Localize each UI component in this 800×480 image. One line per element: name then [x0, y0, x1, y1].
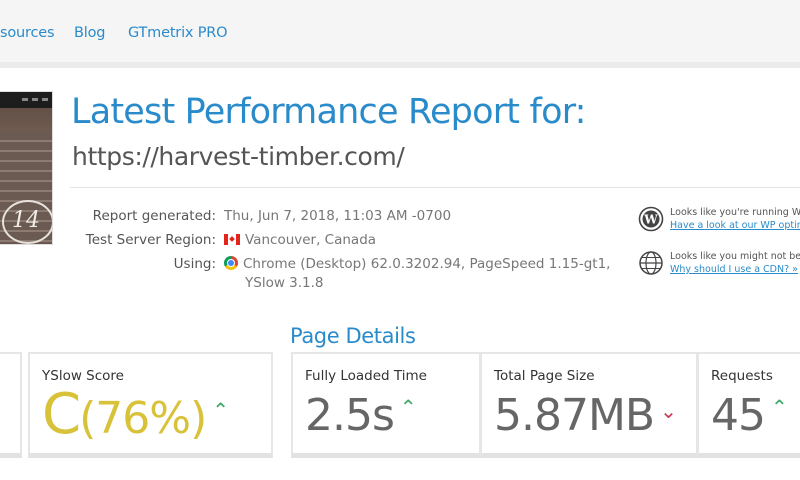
requests-card: Requests 45 ⌃	[697, 352, 800, 458]
report-generated-value: Thu, Jun 7, 2018, 11:03 AM -0700	[224, 208, 452, 224]
yslow-score-card: YSlow Score C(76%) ⌃	[28, 352, 273, 458]
fully-loaded-time-label: Fully Loaded Time	[305, 368, 427, 384]
total-page-size-card: Total Page Size 5.87MB ⌄	[480, 352, 698, 458]
svg-text:W: W	[643, 213, 658, 227]
wordpress-icon: W	[638, 206, 664, 232]
thumbnail-sign-number: 14	[12, 208, 40, 233]
header-divider	[70, 187, 800, 188]
using-value-line2: YSlow 3.1.8	[245, 275, 324, 291]
requests-value: 45 ⌃	[711, 390, 788, 441]
globe-icon	[639, 251, 663, 275]
nav-gtmetrix-pro-link[interactable]: GTmetrix PRO	[128, 25, 228, 41]
nav-resources-link[interactable]: sources	[0, 25, 55, 41]
load-time-trend-up-icon: ⌃	[399, 395, 417, 419]
nav-blog-link[interactable]: Blog	[74, 25, 105, 41]
yslow-score-value: C(76%) ⌃	[42, 382, 229, 447]
top-navigation: sources Blog GTmetrix PRO	[0, 0, 800, 68]
requests-number: 45	[711, 390, 766, 441]
using-value: Chrome (Desktop) 62.0.3202.94, PageSpeed…	[224, 256, 610, 272]
fully-loaded-time-number: 2.5s	[305, 390, 395, 441]
thumbnail-nav-bar	[0, 92, 52, 108]
test-region-text: Vancouver, Canada	[245, 232, 377, 248]
test-region-value: Vancouver, Canada	[224, 232, 376, 248]
canada-flag-icon	[224, 234, 240, 245]
cdn-info-link[interactable]: Why should I use a CDN? »	[670, 264, 798, 275]
yslow-trend-up-icon: ⌃	[212, 398, 229, 422]
chrome-icon	[224, 256, 238, 270]
wordpress-optimization-link[interactable]: Have a look at our WP optimiz	[670, 220, 800, 231]
pagespeed-score-card	[0, 352, 22, 458]
fully-loaded-time-card: Fully Loaded Time 2.5s ⌃	[291, 352, 481, 458]
using-value-line1: Chrome (Desktop) 62.0.3202.94, PageSpeed…	[243, 256, 611, 272]
total-page-size-label: Total Page Size	[494, 368, 595, 384]
requests-label: Requests	[711, 368, 773, 384]
cdn-notice-text: Looks like you might not be u	[670, 251, 800, 262]
yslow-grade: C	[42, 382, 81, 447]
page-size-trend-down-icon: ⌄	[660, 399, 677, 423]
site-screenshot-thumbnail[interactable]: 14	[0, 92, 52, 244]
requests-trend-up-icon: ⌃	[771, 395, 788, 419]
wordpress-notice-text: Looks like you're running Wor	[670, 207, 800, 218]
yslow-percentage: (76%)	[79, 393, 207, 444]
fully-loaded-time-value: 2.5s ⌃	[305, 390, 417, 441]
report-generated-label: Report generated:	[92, 208, 216, 224]
test-region-label: Test Server Region:	[85, 232, 216, 248]
report-title: Latest Performance Report for:	[71, 92, 586, 132]
total-page-size-value: 5.87MB ⌄	[494, 390, 677, 441]
total-page-size-number: 5.87MB	[494, 390, 655, 441]
report-url: https://harvest-timber.com/	[72, 142, 405, 171]
page-details-title: Page Details	[290, 324, 416, 348]
using-label: Using:	[173, 256, 216, 272]
